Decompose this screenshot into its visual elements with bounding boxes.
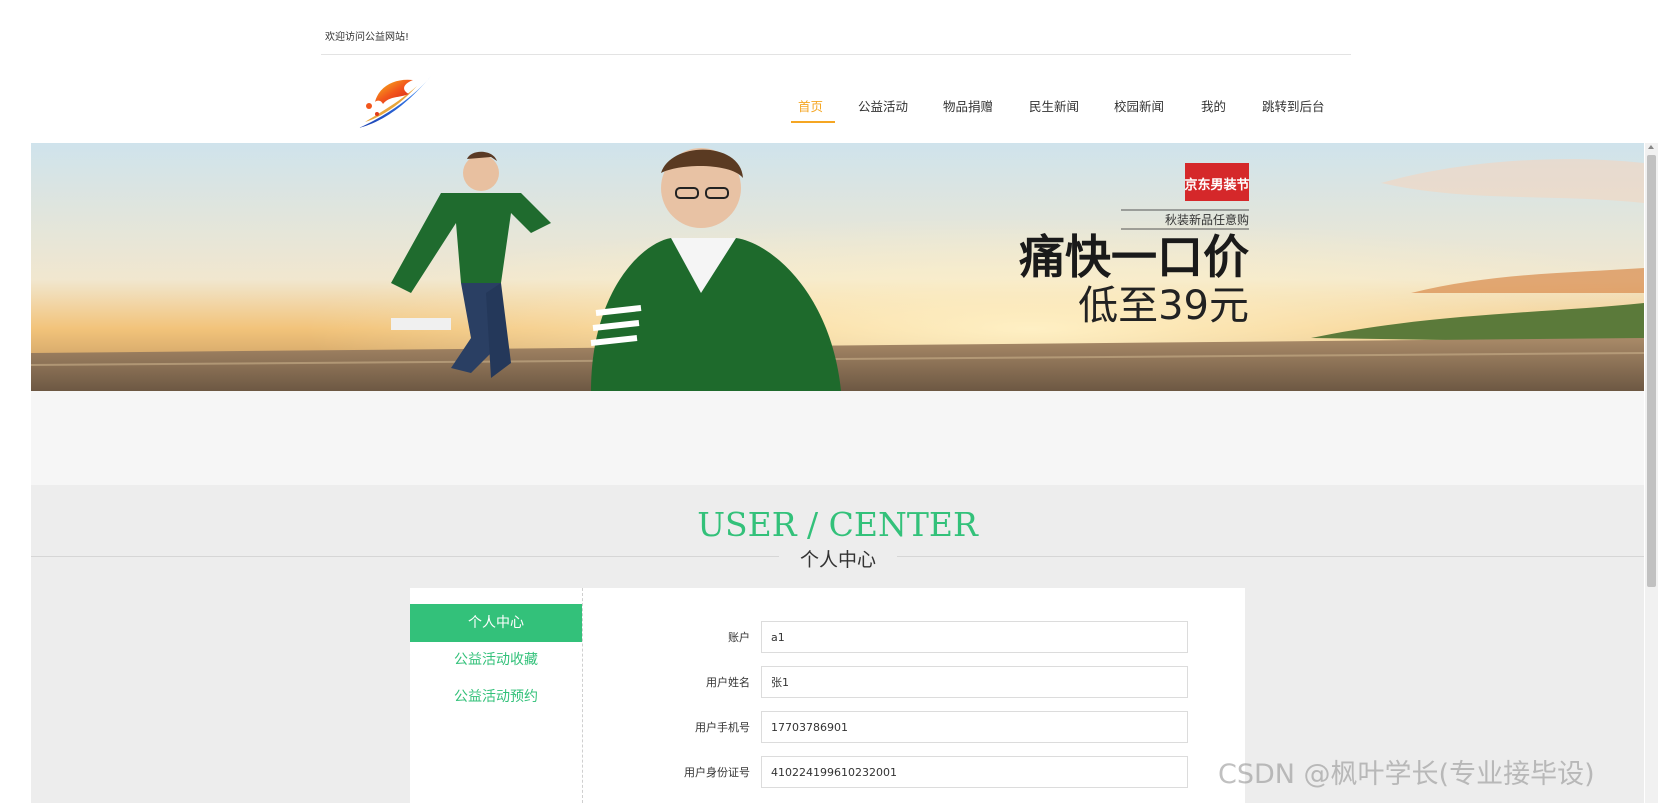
banner-tagline: 秋装新品任意购 (1165, 212, 1249, 227)
id-number-input[interactable] (761, 756, 1188, 788)
sidebar-item-profile[interactable]: 个人中心 (410, 604, 582, 642)
banner-brand-badge: 京东男装节 (1184, 177, 1249, 193)
header-divider (321, 54, 1351, 55)
scroll-up-arrow-icon[interactable] (1648, 145, 1654, 149)
nav-active-indicator (791, 121, 835, 123)
banner-headline: 痛快一口价 (1019, 230, 1249, 284)
banner-price: 低至39元 (1078, 283, 1249, 329)
nav-item-admin[interactable]: 跳转到后台 (1262, 96, 1325, 115)
nav-item-livelihood-news[interactable]: 民生新闻 (1029, 96, 1079, 115)
main-nav: 首页 公益活动 物品捐赠 民生新闻 校园新闻 我的 跳转到后台 (0, 96, 1658, 124)
phone-input[interactable] (761, 711, 1188, 743)
form-row-phone: 用户手机号 (583, 711, 1245, 745)
section-title-en: USER / CENTER (697, 505, 978, 544)
user-sidebar: 个人中心 公益活动收藏 公益活动预约 (410, 588, 583, 803)
welcome-text: 欢迎访问公益网站! (325, 32, 410, 43)
nav-item-mine[interactable]: 我的 (1201, 96, 1226, 115)
sidebar-item-favorites[interactable]: 公益活动收藏 (410, 641, 582, 679)
account-label: 账户 (728, 631, 750, 644)
nav-item-campus-news[interactable]: 校园新闻 (1114, 96, 1164, 115)
nav-item-donations[interactable]: 物品捐赠 (943, 96, 993, 115)
id-number-label: 用户身份证号 (684, 766, 750, 779)
form-row-id-number: 用户身份证号 (583, 756, 1245, 790)
nav-item-home[interactable]: 首页 (798, 96, 823, 115)
sidebar-item-reservations[interactable]: 公益活动预约 (410, 678, 582, 716)
scrollbar-thumb[interactable] (1647, 155, 1656, 587)
account-input[interactable] (761, 621, 1188, 653)
page-scrollbar[interactable] (1645, 143, 1658, 803)
spacer-band (31, 391, 1644, 485)
nav-item-activities[interactable]: 公益活动 (858, 96, 908, 115)
section-title-cn: 个人中心 (779, 545, 897, 572)
name-label: 用户姓名 (706, 676, 750, 689)
form-row-account: 账户 (583, 621, 1245, 655)
promo-banner[interactable]: 京东男装节 秋装新品任意购 痛快一口价 低至39元 (31, 143, 1644, 391)
name-input[interactable] (761, 666, 1188, 698)
user-center-panel: 个人中心 公益活动收藏 公益活动预约 账户 用户姓名 用户手机号 用户身份证号 (410, 588, 1245, 803)
watermark-text: CSDN @枫叶学长(专业接毕设) (1218, 759, 1595, 790)
form-row-name: 用户姓名 (583, 666, 1245, 700)
phone-label: 用户手机号 (695, 721, 750, 734)
